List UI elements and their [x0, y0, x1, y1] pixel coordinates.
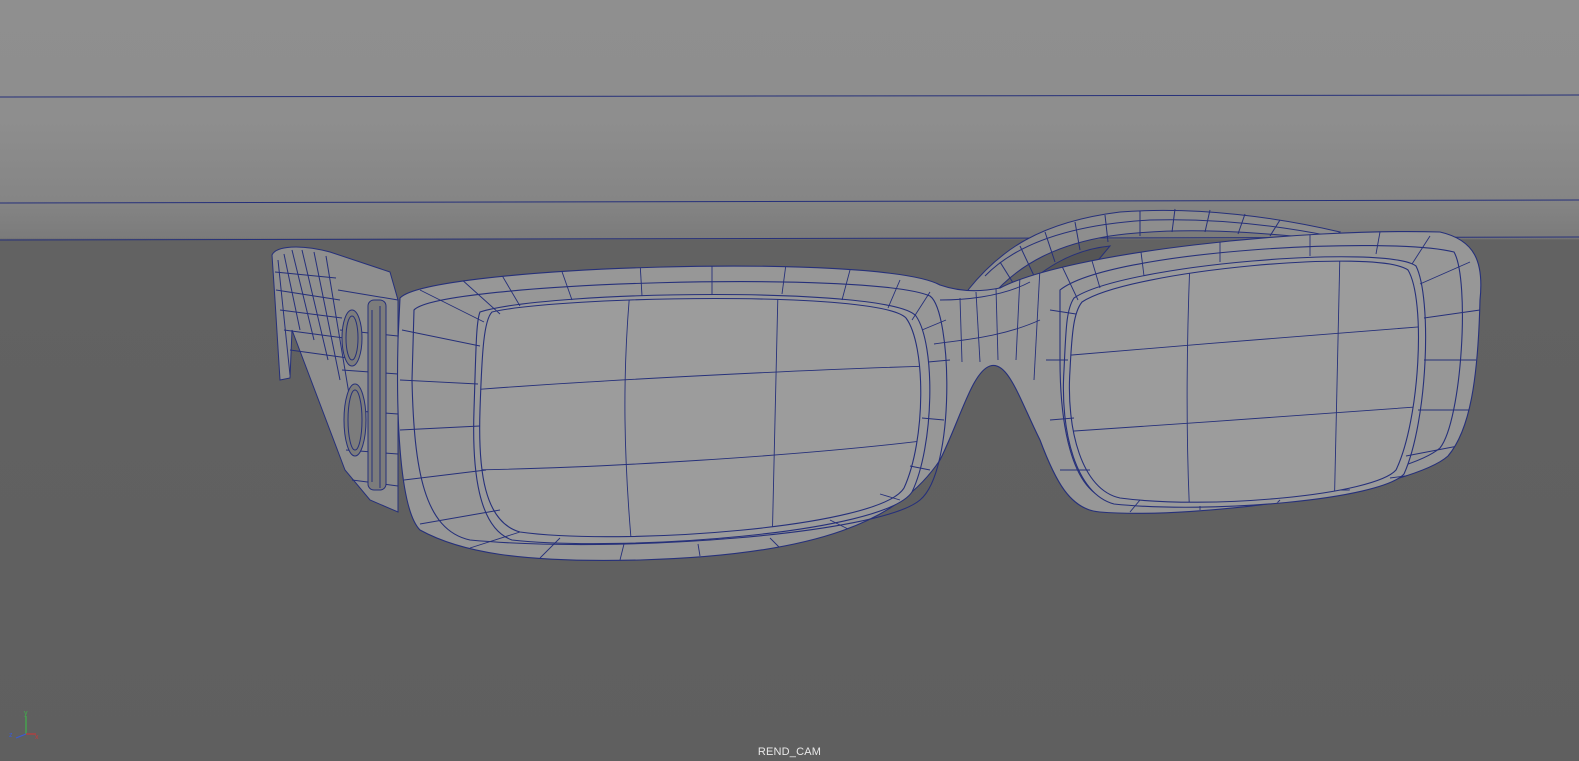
- axis-y-label: y: [24, 710, 28, 717]
- front-frame: [396, 231, 1482, 562]
- camera-name-label: REND_CAM: [757, 746, 822, 758]
- viewport-scene: [0, 94, 1579, 562]
- axis-x-label: x: [35, 734, 39, 741]
- axis-z-label: z: [9, 732, 13, 739]
- axis-gizmo-icon: y x z: [9, 710, 39, 741]
- left-temple-hinge: [271, 246, 399, 513]
- 3d-viewport[interactable]: y x z REND_CAM: [0, 0, 1579, 761]
- axis-z-line: [15, 733, 27, 739]
- horizon-lines: [0, 94, 1579, 241]
